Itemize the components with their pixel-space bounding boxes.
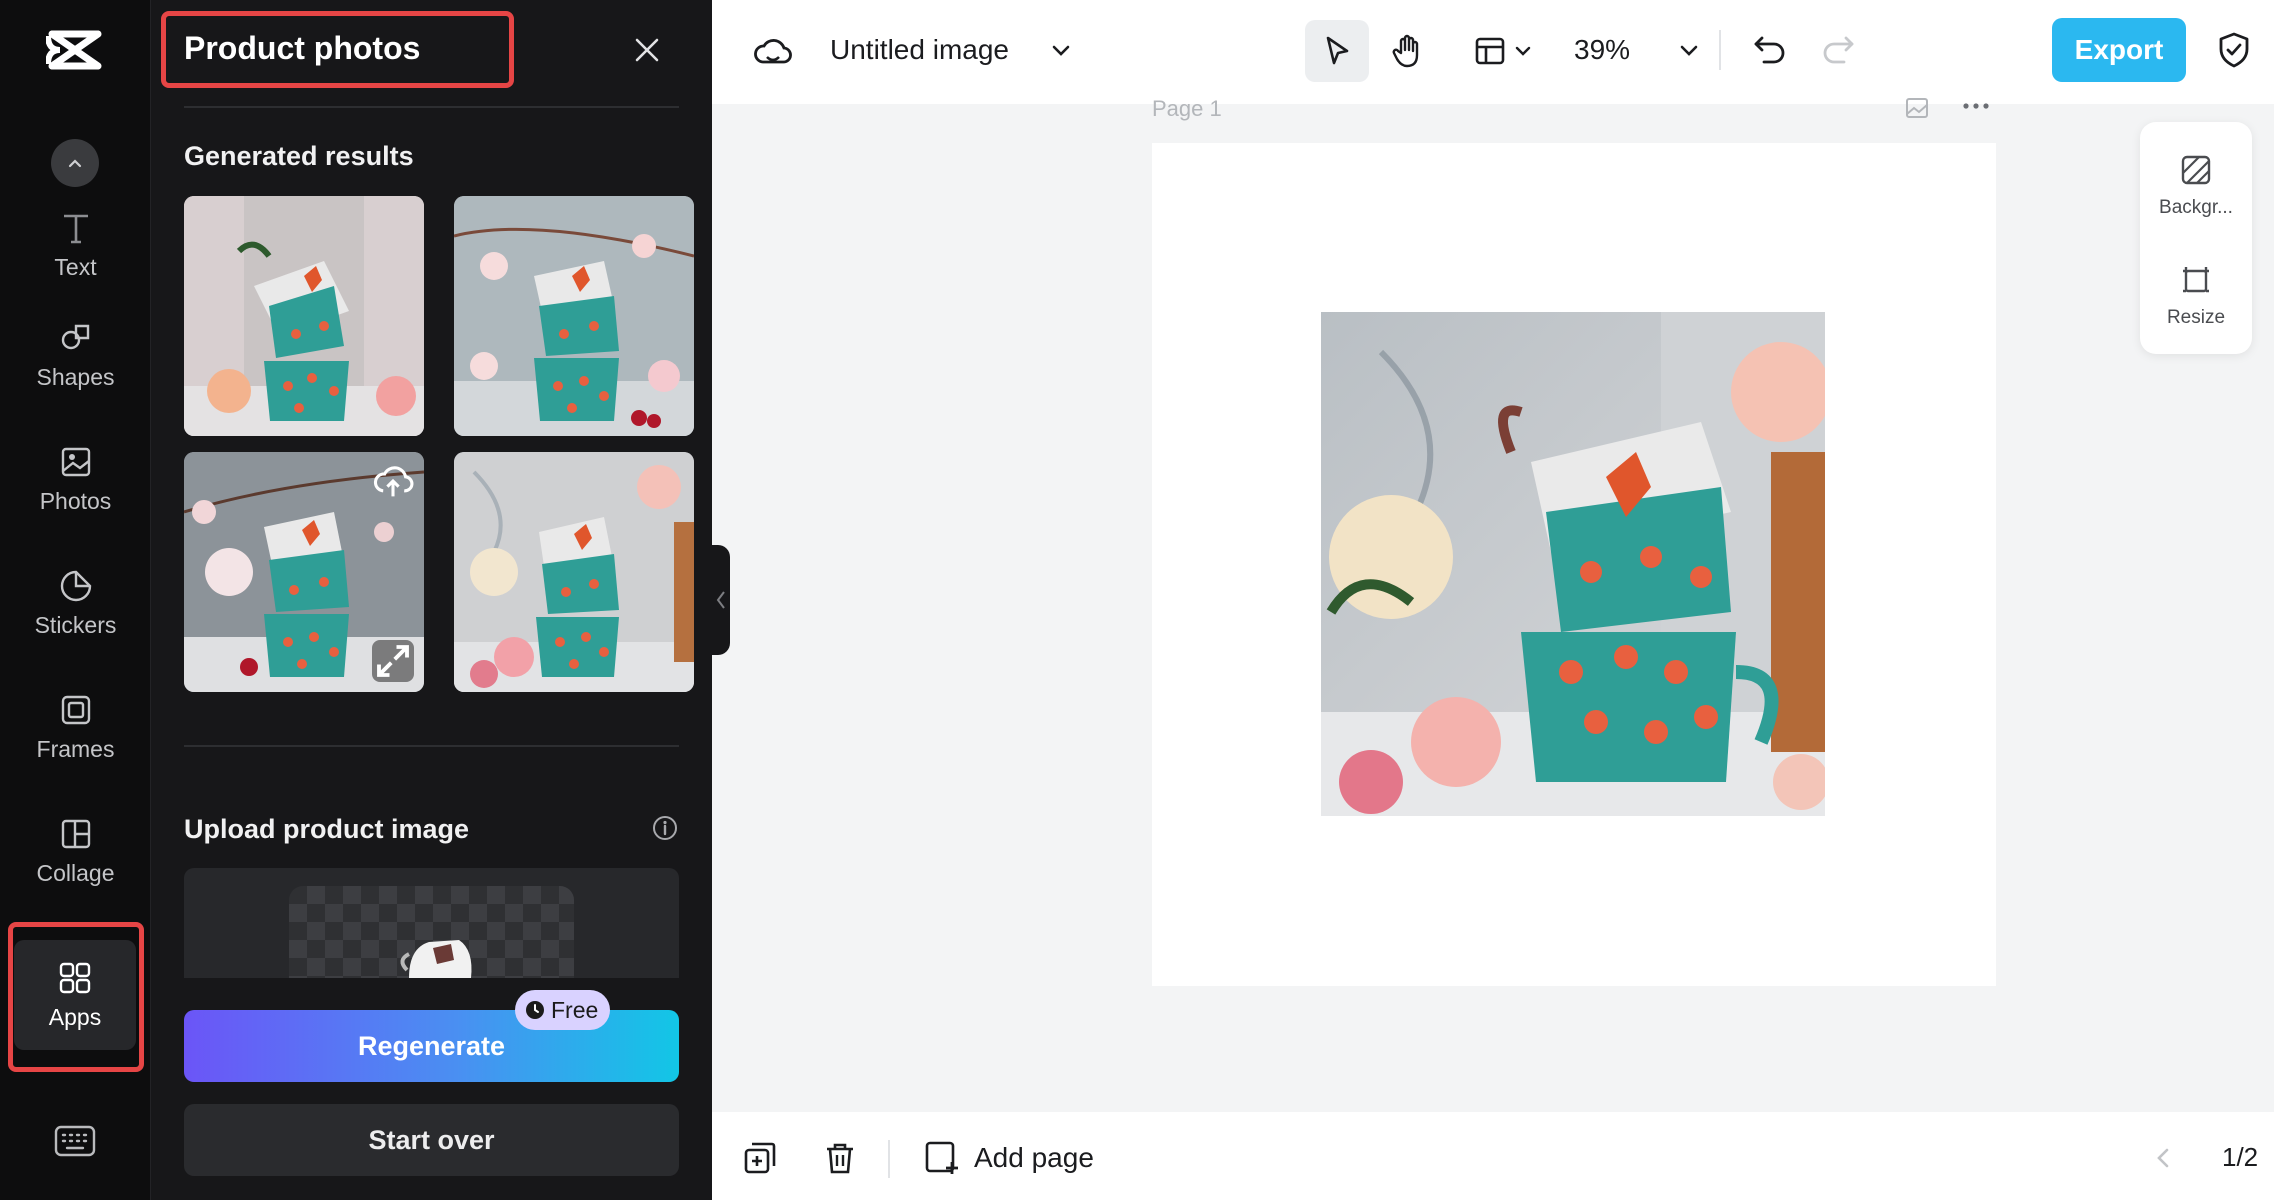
- canvas-product-photo[interactable]: [1321, 312, 1825, 816]
- upload-product-image-heading: Upload product image: [184, 814, 470, 844]
- top-toolbar: Untitled image 39% Export: [712, 0, 2274, 104]
- background-tool-label: Backgr...: [2159, 197, 2233, 218]
- expand-preview-button[interactable]: [372, 640, 414, 682]
- mug-cutout-image: [400, 940, 472, 978]
- rail-item-label: Stickers: [34, 611, 117, 638]
- cursor-icon: [1326, 36, 1349, 65]
- right-tools-panel: Backgr... Resize: [2140, 122, 2252, 354]
- product-photos-panel: Product photos Generated results Upload …: [151, 0, 712, 1200]
- layout-icon: [1475, 37, 1505, 65]
- keyboard-shortcuts-icon[interactable]: [53, 1123, 97, 1159]
- rail-item-photos[interactable]: Photos: [0, 424, 151, 534]
- rail-item-label: Shapes: [36, 363, 115, 390]
- divider: [184, 106, 679, 108]
- rail-item-label: Frames: [36, 735, 115, 762]
- add-page-button[interactable]: Add page: [924, 1138, 1094, 1178]
- resize-tool-button[interactable]: Resize: [2140, 246, 2252, 346]
- mug-photo-image: [184, 196, 424, 436]
- generated-result-thumbnail[interactable]: [454, 196, 694, 436]
- document-title[interactable]: Untitled image: [830, 34, 1009, 66]
- add-page-label: Add page: [974, 1142, 1094, 1173]
- cloud-sync-icon[interactable]: [752, 30, 794, 72]
- generated-result-thumbnail[interactable]: [184, 452, 424, 692]
- background-icon: [2181, 155, 2211, 185]
- text-icon: [63, 214, 88, 243]
- info-icon[interactable]: [651, 814, 679, 842]
- expand-icon: [377, 645, 409, 677]
- undo-icon[interactable]: [1750, 30, 1790, 70]
- rail-item-label: Photos: [39, 487, 112, 514]
- mug-photo-image: [1321, 312, 1825, 816]
- generated-result-thumbnail[interactable]: [454, 452, 694, 692]
- generated-results-heading: Generated results: [184, 141, 414, 171]
- zoom-level[interactable]: 39%: [1574, 34, 1630, 66]
- close-icon: [635, 38, 659, 62]
- free-badge: Free: [515, 990, 611, 1030]
- divider: [888, 1140, 890, 1178]
- hand-tool-button[interactable]: [1376, 20, 1440, 82]
- mug-photo-image: [454, 196, 694, 436]
- chevron-left-icon[interactable]: [2152, 1146, 2176, 1170]
- free-badge-label: Free: [551, 996, 599, 1023]
- rail-item-label: Collage: [36, 859, 115, 886]
- generated-result-thumbnail[interactable]: [184, 196, 424, 436]
- rail-item-text[interactable]: Text: [0, 190, 151, 300]
- page-counter: 1/2: [2222, 1142, 2259, 1172]
- clock-icon: [526, 1001, 544, 1019]
- left-rail: Text Shapes Photos Stickers Frames Colla…: [0, 0, 151, 1200]
- collage-icon: [61, 819, 90, 848]
- chevron-down-icon: [1515, 46, 1531, 56]
- panel-collapse-handle[interactable]: [712, 545, 730, 655]
- rail-item-frames[interactable]: Frames: [0, 672, 151, 782]
- divider: [1719, 30, 1721, 70]
- cloud-upload-icon: [373, 466, 414, 497]
- page-image-icon[interactable]: [1904, 96, 1932, 120]
- mug-photo-image: [454, 452, 694, 692]
- chevron-down-icon[interactable]: [1048, 38, 1074, 64]
- chevron-up-icon: [68, 159, 82, 168]
- add-page-icon: [925, 1141, 958, 1174]
- upload-to-cloud-button[interactable]: [372, 460, 414, 502]
- rail-item-shapes[interactable]: Shapes: [0, 300, 151, 410]
- rail-item-label: Text: [54, 253, 97, 280]
- trash-icon[interactable]: [822, 1140, 858, 1176]
- resize-tool-label: Resize: [2166, 307, 2226, 328]
- more-options-icon[interactable]: [1960, 96, 1992, 116]
- hand-icon: [1392, 34, 1419, 68]
- select-tool-button[interactable]: [1305, 20, 1369, 82]
- divider: [184, 745, 679, 747]
- stickers-icon: [60, 570, 91, 601]
- redo-icon[interactable]: [1818, 30, 1858, 70]
- rail-item-stickers[interactable]: Stickers: [0, 548, 151, 658]
- highlight-box: [161, 11, 514, 88]
- export-button[interactable]: Export: [2052, 18, 2186, 82]
- background-tool-button[interactable]: Backgr...: [2140, 136, 2252, 236]
- upload-image-dropzone[interactable]: [184, 868, 679, 978]
- app-window: Text Shapes Photos Stickers Frames Colla…: [0, 0, 2274, 1200]
- bottom-bar: Add page 1/2: [712, 1112, 2274, 1200]
- start-over-button[interactable]: Start over: [184, 1104, 679, 1176]
- duplicate-page-icon[interactable]: [742, 1140, 778, 1176]
- highlight-box: [8, 922, 144, 1072]
- shield-check-icon[interactable]: [2214, 30, 2254, 70]
- layout-menu-button[interactable]: [1464, 20, 1544, 82]
- frames-icon: [61, 695, 90, 724]
- photos-icon: [61, 447, 90, 476]
- close-panel-button[interactable]: [627, 30, 667, 70]
- shapes-icon: [61, 324, 89, 349]
- resize-icon: [2183, 267, 2209, 293]
- rail-item-collage[interactable]: Collage: [0, 796, 151, 906]
- chevron-down-icon[interactable]: [1676, 38, 1702, 64]
- chevron-left-icon: [716, 591, 725, 609]
- page-label: Page 1: [1152, 96, 1222, 121]
- capcut-logo[interactable]: [46, 26, 104, 74]
- rail-collapse-button[interactable]: [51, 139, 99, 187]
